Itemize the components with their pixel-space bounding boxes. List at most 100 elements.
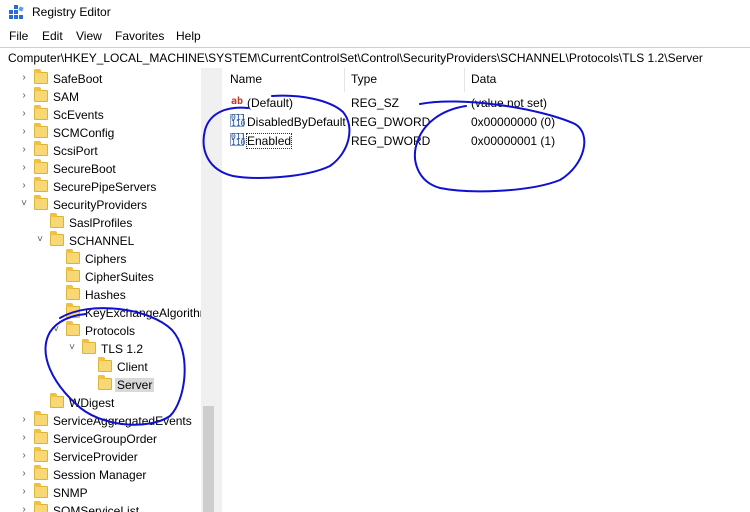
- column-header-name[interactable]: Name: [230, 72, 262, 90]
- chevron-down-icon[interactable]: ˅: [35, 235, 45, 245]
- folder-icon: [34, 87, 48, 102]
- chevron-down-icon[interactable]: ˅: [51, 325, 61, 335]
- folder-icon: [34, 483, 48, 498]
- tree-item[interactable]: › ScsiPort: [0, 141, 201, 160]
- folder-icon: [50, 213, 64, 228]
- chevron-down-icon[interactable]: ˅: [67, 343, 77, 353]
- string-value-icon: ab: [230, 96, 244, 107]
- tree-item-label: SecureBoot: [53, 162, 116, 176]
- chevron-right-icon[interactable]: ›: [19, 181, 29, 191]
- folder-icon: [66, 267, 80, 282]
- tree-item[interactable]: ˅ TLS 1.2: [0, 339, 201, 358]
- chevron-right-icon[interactable]: ›: [19, 433, 29, 443]
- folder-icon: [98, 375, 112, 390]
- tree-item-label: SCMConfig: [53, 126, 115, 140]
- tree-item[interactable]: › SecurePipeServers: [0, 177, 201, 196]
- folder-icon: [34, 447, 48, 462]
- tree-item[interactable]: Ciphers: [0, 249, 201, 268]
- value-row-enabled[interactable]: 011 110 Enabled REG_DWORD 0x00000001 (1): [222, 131, 750, 150]
- tree-item-label: CipherSuites: [85, 270, 154, 284]
- tree-item[interactable]: › SCMConfig: [0, 123, 201, 142]
- tree-item[interactable]: › SecureBoot: [0, 159, 201, 178]
- tree-item[interactable]: › ServiceGroupOrder: [0, 429, 201, 448]
- chevron-right-icon[interactable]: ›: [19, 469, 29, 479]
- folder-icon: [66, 285, 80, 300]
- tree-item[interactable]: Server: [0, 375, 201, 394]
- chevron-right-icon[interactable]: ›: [19, 73, 29, 83]
- column-divider[interactable]: [344, 68, 345, 92]
- tree-item-label: Session Manager: [53, 468, 147, 482]
- chevron-right-icon[interactable]: ›: [19, 505, 29, 512]
- tree-item[interactable]: › SNMP: [0, 483, 201, 502]
- tree-item[interactable]: Hashes: [0, 285, 201, 304]
- tree-item-label: ScEvents: [53, 108, 104, 122]
- menu-bar: File Edit View Favorites Help: [0, 26, 750, 46]
- tree-item[interactable]: › SAM: [0, 87, 201, 106]
- folder-icon: [34, 195, 48, 210]
- address-path[interactable]: Computer\HKEY_LOCAL_MACHINE\SYSTEM\Curre…: [8, 51, 703, 65]
- folder-icon: [66, 303, 80, 318]
- menu-view[interactable]: View: [76, 29, 102, 43]
- column-header-type[interactable]: Type: [351, 72, 377, 90]
- tree-scroll-thumb[interactable]: [203, 406, 214, 512]
- menu-edit[interactable]: Edit: [42, 29, 63, 43]
- tree-item-label: Protocols: [85, 324, 136, 338]
- menu-favorites[interactable]: Favorites: [115, 29, 164, 43]
- chevron-right-icon[interactable]: ›: [19, 163, 29, 173]
- chevron-right-icon[interactable]: ›: [19, 109, 29, 119]
- tree-item[interactable]: ˅ SecurityProviders: [0, 195, 201, 214]
- tree-item[interactable]: KeyExchangeAlgorithms: [0, 303, 215, 322]
- tree-item[interactable]: CipherSuites: [0, 267, 201, 286]
- tree-item-label: SAM: [53, 90, 80, 104]
- value-row-default[interactable]: ab (Default) REG_SZ (value not set): [222, 93, 750, 112]
- key-tree[interactable]: › SafeBoot › SAM › ScEvents › SCMConfig › ScsiPor…: [0, 68, 215, 512]
- tree-item[interactable]: SaslProfiles: [0, 213, 201, 232]
- chevron-right-icon[interactable]: ›: [19, 415, 29, 425]
- dword-value-icon: 011 110: [230, 113, 246, 128]
- tree-item[interactable]: Client: [0, 357, 201, 376]
- column-header-data[interactable]: Data: [471, 72, 496, 90]
- tree-item[interactable]: › ScEvents: [0, 105, 201, 124]
- tree-item-label: ScsiPort: [53, 144, 98, 158]
- tree-item-label: WDigest: [69, 396, 115, 410]
- tree-item[interactable]: WDigest: [0, 393, 201, 412]
- window-title: Registry Editor: [32, 5, 111, 19]
- value-type: REG_DWORD: [351, 134, 431, 148]
- tree-item[interactable]: › Session Manager: [0, 465, 201, 484]
- menu-help[interactable]: Help: [176, 29, 201, 43]
- value-data: 0x00000000 (0): [471, 115, 556, 129]
- address-bar[interactable]: Computer\HKEY_LOCAL_MACHINE\SYSTEM\Curre…: [0, 47, 750, 69]
- folder-icon: [50, 393, 64, 408]
- folder-icon: [34, 501, 48, 512]
- tree-item-label: Server: [115, 378, 155, 392]
- tree-item[interactable]: ˅ Protocols: [0, 321, 201, 340]
- column-divider[interactable]: [464, 68, 465, 92]
- chevron-right-icon[interactable]: ›: [19, 487, 29, 497]
- tree-scrollbar[interactable]: [201, 68, 216, 512]
- dword-value-icon: 011 110: [230, 132, 246, 147]
- tree-item-label: SCHANNEL: [69, 234, 135, 248]
- tree-item[interactable]: › ServiceProvider: [0, 447, 201, 466]
- folder-icon: [82, 339, 96, 354]
- chevron-right-icon[interactable]: ›: [19, 127, 29, 137]
- folder-icon: [34, 123, 48, 138]
- chevron-right-icon[interactable]: ›: [19, 145, 29, 155]
- tree-item[interactable]: › SafeBoot: [0, 69, 201, 88]
- folder-icon: [50, 231, 64, 246]
- tree-item[interactable]: › SQMServiceList: [0, 501, 201, 512]
- tree-item-label: TLS 1.2: [101, 342, 144, 356]
- chevron-right-icon[interactable]: ›: [19, 451, 29, 461]
- title-bar: Registry Editor: [0, 0, 750, 26]
- tree-item[interactable]: ˅ SCHANNEL: [0, 231, 201, 250]
- tree-item-label: ServiceProvider: [53, 450, 138, 464]
- chevron-down-icon[interactable]: ˅: [19, 199, 29, 209]
- tree-item[interactable]: › ServiceAggregatedEvents: [0, 411, 201, 430]
- menu-file[interactable]: File: [9, 29, 28, 43]
- chevron-right-icon[interactable]: ›: [19, 91, 29, 101]
- tree-item-label: SaslProfiles: [69, 216, 133, 230]
- value-name: (Default): [247, 96, 294, 110]
- folder-icon: [34, 429, 48, 444]
- tree-item-label: SQMServiceList: [53, 504, 140, 512]
- value-row-disabledbydefault[interactable]: 011 110 DisabledByDefault REG_DWORD 0x000…: [222, 112, 750, 131]
- value-data: (value not set): [471, 96, 548, 110]
